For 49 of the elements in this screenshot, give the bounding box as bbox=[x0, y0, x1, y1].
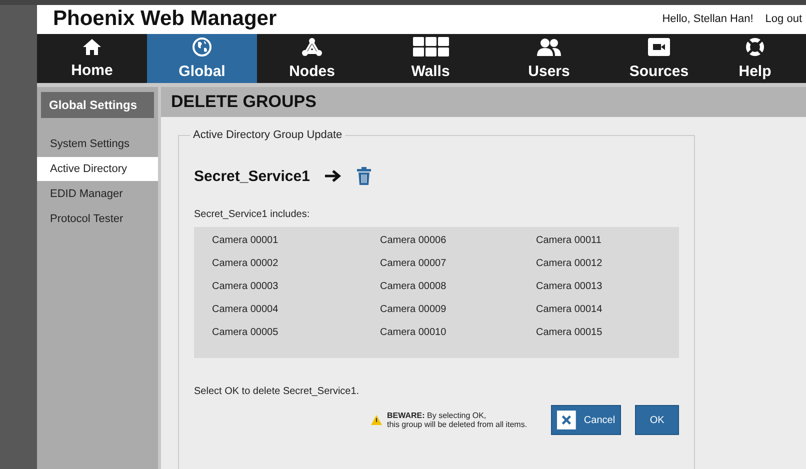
member-item: Camera 00007 bbox=[380, 258, 448, 271]
includes-label: Secret_Service1 includes: bbox=[194, 209, 311, 220]
grid-icon bbox=[412, 36, 448, 57]
nav-tab[interactable]: Users bbox=[494, 34, 604, 83]
nodes-icon bbox=[301, 36, 323, 57]
sidebar-title: Global Settings bbox=[41, 92, 154, 118]
arrow-icon bbox=[324, 169, 342, 183]
member-item: Camera 00001 bbox=[212, 235, 280, 248]
prompt-text: Select OK to delete Secret_Service1. bbox=[194, 386, 360, 397]
member-item: Camera 00015 bbox=[536, 327, 604, 340]
greeting-text: Hello, Stellan Han! bbox=[662, 13, 754, 26]
nav-tab[interactable]: Global bbox=[147, 34, 257, 83]
member-item: Camera 00010 bbox=[380, 327, 448, 340]
logout-link[interactable]: Log out bbox=[765, 13, 802, 26]
member-item: Camera 00005 bbox=[212, 327, 280, 340]
member-item: Camera 00013 bbox=[536, 281, 604, 294]
home-icon bbox=[82, 38, 102, 56]
camera-icon bbox=[647, 36, 671, 57]
nav-tab[interactable]: Walls bbox=[367, 34, 494, 83]
sidebar-item[interactable]: Active Directory bbox=[37, 157, 158, 181]
member-item: Camera 00006 bbox=[380, 235, 448, 248]
lifebuoy-icon bbox=[745, 36, 765, 57]
warning-icon bbox=[371, 415, 382, 425]
warning-text: BEWARE: By selecting OK, this group will be deleted from all items. bbox=[387, 411, 528, 429]
nav-tab[interactable]: Nodes bbox=[257, 34, 367, 83]
member-item: Camera 00002 bbox=[212, 258, 280, 271]
nav-tab[interactable]: Sources bbox=[604, 34, 714, 83]
nav-tab[interactable]: Help bbox=[714, 34, 796, 83]
member-item: Camera 00014 bbox=[536, 304, 604, 317]
member-item: Camera 00009 bbox=[380, 304, 448, 317]
nav-tab[interactable]: Home bbox=[37, 34, 147, 83]
trash-icon[interactable] bbox=[356, 167, 372, 185]
cancel-button[interactable]: Cancel bbox=[551, 405, 622, 435]
member-item: Camera 00011 bbox=[536, 235, 602, 248]
member-item: Camera 00004 bbox=[212, 304, 280, 317]
sidebar-item[interactable]: System Settings bbox=[37, 132, 158, 156]
sidebar-item[interactable]: Protocol Tester bbox=[37, 207, 158, 231]
app-title: Phoenix Web Manager bbox=[53, 7, 278, 32]
sidebar-item[interactable]: EDID Manager bbox=[37, 182, 158, 206]
member-item: Camera 00008 bbox=[380, 281, 448, 294]
panel-legend: Active Directory Group Update bbox=[190, 129, 346, 141]
users-icon bbox=[536, 36, 562, 57]
member-item: Camera 00012 bbox=[536, 258, 604, 271]
group-name: Secret_Service1 bbox=[194, 168, 310, 184]
close-icon bbox=[557, 410, 576, 430]
page-title: DELETE GROUPS bbox=[161, 87, 806, 117]
globe-icon bbox=[192, 36, 212, 57]
ok-button[interactable]: OK bbox=[635, 405, 680, 435]
member-item: Camera 00003 bbox=[212, 281, 280, 294]
